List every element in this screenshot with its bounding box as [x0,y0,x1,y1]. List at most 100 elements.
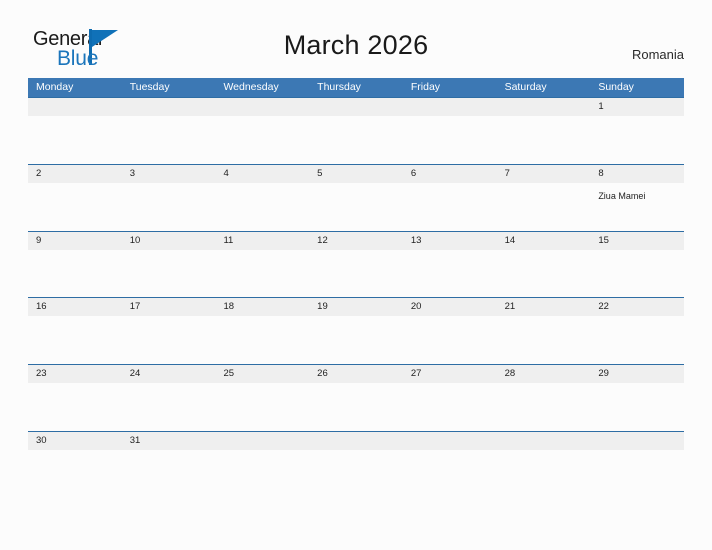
day-number-cell[interactable]: 20 [403,298,497,316]
day-event-cell[interactable] [215,183,309,231]
day-event-cell[interactable] [28,116,122,164]
day-event-cell[interactable] [122,116,216,164]
day-number-cell[interactable]: 31 [122,432,216,450]
weekday-header-sunday: Sunday [598,81,634,93]
day-number-cell[interactable]: 13 [403,232,497,250]
day-event-cell[interactable] [28,383,122,431]
day-event-cell[interactable] [403,316,497,364]
day-number-cell[interactable] [497,98,591,116]
day-number-cell[interactable] [403,98,497,116]
day-event-cell[interactable] [590,450,684,498]
day-event-cell[interactable] [309,250,403,298]
day-event-cell[interactable] [309,183,403,231]
day-event-cell[interactable] [28,250,122,298]
calendar-week-row: 1 [28,97,684,164]
day-number-cell[interactable]: 14 [497,232,591,250]
week-events-row [28,116,684,164]
day-event-cell[interactable] [403,183,497,231]
calendar-week-row: 23 24 25 26 27 28 29 [28,364,684,431]
day-event-cell[interactable] [497,383,591,431]
day-event-cell[interactable] [122,250,216,298]
day-number-cell[interactable]: 28 [497,365,591,383]
day-number-cell[interactable]: 7 [497,165,591,183]
day-event-cell[interactable] [403,250,497,298]
day-number-cell[interactable] [215,432,309,450]
day-event-cell[interactable] [497,450,591,498]
day-number-cell[interactable]: 10 [122,232,216,250]
day-number-cell[interactable]: 8 [590,165,684,183]
day-event-cell[interactable] [309,450,403,498]
day-number-cell[interactable]: 2 [28,165,122,183]
day-event-cell[interactable] [590,250,684,298]
day-number-cell[interactable]: 6 [403,165,497,183]
day-event-cell[interactable] [497,316,591,364]
day-number-cell[interactable]: 19 [309,298,403,316]
day-number-cell[interactable] [309,432,403,450]
day-event-cell[interactable] [215,450,309,498]
day-number-cell[interactable]: 21 [497,298,591,316]
day-event-cell[interactable] [309,316,403,364]
day-event-cell[interactable] [403,383,497,431]
day-event-cell[interactable] [215,116,309,164]
day-event-cell[interactable] [215,383,309,431]
day-event-cell[interactable] [215,250,309,298]
day-event-cell[interactable] [403,450,497,498]
day-number-cell[interactable]: 23 [28,365,122,383]
day-number-cell[interactable]: 5 [309,165,403,183]
week-events-row [28,250,684,298]
day-event-cell[interactable] [122,450,216,498]
day-number-cell[interactable]: 4 [215,165,309,183]
week-date-band: 23 24 25 26 27 28 29 [28,365,684,384]
calendar-week-row: 2 3 4 5 6 7 8 Ziua Mamei [28,163,684,231]
day-event-cell[interactable] [28,450,122,498]
day-number-cell[interactable]: 9 [28,232,122,250]
day-number-cell[interactable]: 30 [28,432,122,450]
day-event-cell[interactable] [28,183,122,231]
day-number-cell[interactable] [215,98,309,116]
day-number-cell[interactable]: 15 [590,232,684,250]
day-number-cell[interactable] [28,98,122,116]
day-number-cell[interactable]: 29 [590,365,684,383]
page-title: March 2026 [283,30,429,60]
weekday-header-tuesday: Tuesday [129,81,170,93]
day-event-cell[interactable] [590,383,684,431]
calendar-grid: Monday Tuesday Wednesday Thursday Friday… [28,78,684,498]
page-header: General Blue March 2026 Romania [0,0,712,78]
calendar-week-row: 30 31 [28,430,684,498]
week-date-band: 1 [28,98,684,116]
day-number-cell[interactable]: 1 [590,98,684,116]
day-event-cell[interactable] [309,116,403,164]
day-event-cell[interactable] [309,383,403,431]
day-number-cell[interactable]: 26 [309,365,403,383]
day-event-cell[interactable] [590,116,684,164]
day-event-cell[interactable]: Ziua Mamei [590,183,684,231]
day-number-cell[interactable]: 3 [122,165,216,183]
day-number-cell[interactable] [309,98,403,116]
day-number-cell[interactable]: 17 [122,298,216,316]
weekday-header-row: Monday Tuesday Wednesday Thursday Friday… [28,78,684,97]
day-event-cell[interactable] [590,316,684,364]
day-number-cell[interactable]: 25 [215,365,309,383]
day-number-cell[interactable]: 18 [215,298,309,316]
day-event-cell[interactable] [497,250,591,298]
day-event-cell[interactable] [28,316,122,364]
day-event-cell[interactable] [122,383,216,431]
day-number-cell[interactable]: 16 [28,298,122,316]
week-events-row: Ziua Mamei [28,183,684,231]
day-number-cell[interactable]: 11 [215,232,309,250]
day-event-cell[interactable] [215,316,309,364]
day-number-cell[interactable] [497,432,591,450]
day-event-cell[interactable] [122,183,216,231]
day-event-cell[interactable] [497,116,591,164]
day-event-cell[interactable] [122,316,216,364]
day-number-cell[interactable]: 27 [403,365,497,383]
day-event-cell[interactable] [403,116,497,164]
day-number-cell[interactable]: 24 [122,365,216,383]
day-number-cell[interactable] [403,432,497,450]
day-number-cell[interactable] [122,98,216,116]
day-number-cell[interactable]: 12 [309,232,403,250]
weekday-header-thursday: Thursday [317,81,361,93]
day-number-cell[interactable] [590,432,684,450]
day-event-cell[interactable] [497,183,591,231]
day-number-cell[interactable]: 22 [590,298,684,316]
